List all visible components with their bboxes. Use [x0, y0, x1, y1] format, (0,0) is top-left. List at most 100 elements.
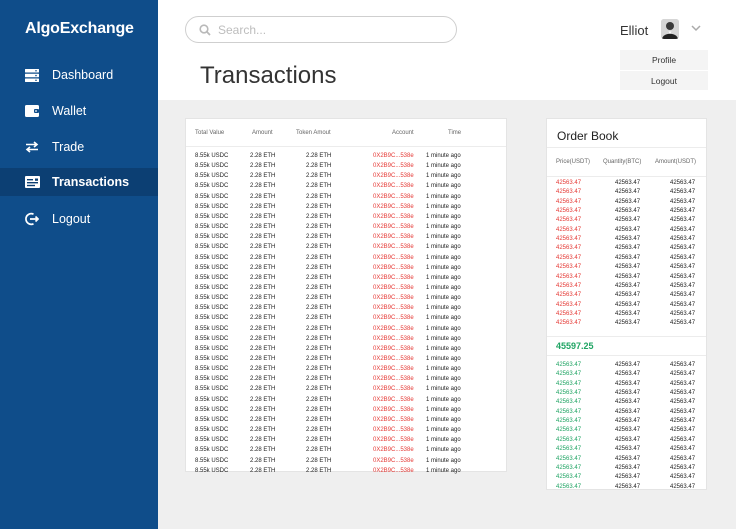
table-row[interactable]: 8.55k USDC 2.28 ETH 2.28 ETH 0X2B9C...538e 1…	[186, 204, 506, 214]
table-row[interactable]: 8.55k USDC 2.28 ETH 2.28 ETH 0X2B9C...538e 1…	[186, 397, 506, 407]
cell-account[interactable]: 0X2B9C...538e	[373, 244, 414, 250]
buy-order-row[interactable]: 42563.47 42563.47 42563.47	[547, 474, 706, 483]
table-row[interactable]: 8.55k USDC 2.28 ETH 2.28 ETH 0X2B9C...538e 1…	[186, 194, 506, 204]
sell-order-row[interactable]: 42563.47 42563.47 42563.47	[547, 227, 706, 236]
avatar[interactable]	[661, 19, 679, 39]
buy-order-row[interactable]: 42563.47 42563.47 42563.47	[547, 437, 706, 446]
table-row[interactable]: 8.55k USDC 2.28 ETH 2.28 ETH 0X2B9C...538e 1…	[186, 173, 506, 183]
table-row[interactable]: 8.55k USDC 2.28 ETH 2.28 ETH 0X2B9C...538e 1…	[186, 285, 506, 295]
table-row[interactable]: 8.55k USDC 2.28 ETH 2.28 ETH 0X2B9C...538e 1…	[186, 295, 506, 305]
buy-order-row[interactable]: 42563.47 42563.47 42563.47	[547, 409, 706, 418]
table-row[interactable]: 8.55k USDC 2.28 ETH 2.28 ETH 0X2B9C...538e 1…	[186, 315, 506, 325]
cell-account[interactable]: 0X2B9C...538e	[373, 458, 414, 464]
buy-order-row[interactable]: 42563.47 42563.47 42563.47	[547, 418, 706, 427]
cell-account[interactable]: 0X2B9C...538e	[373, 447, 414, 453]
cell-account[interactable]: 0X2B9C...538e	[373, 153, 414, 159]
cell-account[interactable]: 0X2B9C...538e	[373, 366, 414, 372]
sell-order-row[interactable]: 42563.47 42563.47 42563.47	[547, 302, 706, 311]
cell-account[interactable]: 0X2B9C...538e	[373, 255, 414, 261]
sidebar-item-transactions[interactable]: Transactions	[0, 168, 158, 196]
sell-order-row[interactable]: 42563.47 42563.47 42563.47	[547, 311, 706, 320]
cell-account[interactable]: 0X2B9C...538e	[373, 407, 414, 413]
cell-account[interactable]: 0X2B9C...538e	[373, 356, 414, 362]
cell-account[interactable]: 0X2B9C...538e	[373, 295, 414, 301]
cell-account[interactable]: 0X2B9C...538e	[373, 346, 414, 352]
sell-order-row[interactable]: 42563.47 42563.47 42563.47	[547, 283, 706, 292]
sell-order-row[interactable]: 42563.47 42563.47 42563.47	[547, 208, 706, 217]
column-header-token-amount[interactable]: Token Amout	[296, 130, 331, 136]
column-header-account[interactable]: Account	[392, 130, 414, 136]
sell-order-row[interactable]: 42563.47 42563.47 42563.47	[547, 199, 706, 208]
cell-account[interactable]: 0X2B9C...538e	[373, 437, 414, 443]
table-row[interactable]: 8.55k USDC 2.28 ETH 2.28 ETH 0X2B9C...538e 1…	[186, 437, 506, 447]
sell-order-row[interactable]: 42563.47 42563.47 42563.47	[547, 264, 706, 273]
table-row[interactable]: 8.55k USDC 2.28 ETH 2.28 ETH 0X2B9C...538e 1…	[186, 356, 506, 366]
table-row[interactable]: 8.55k USDC 2.28 ETH 2.28 ETH 0X2B9C...538e 1…	[186, 346, 506, 356]
sell-order-row[interactable]: 42563.47 42563.47 42563.47	[547, 180, 706, 189]
brand-logo[interactable]: AlgoExchange	[25, 20, 134, 38]
cell-account[interactable]: 0X2B9C...538e	[373, 214, 414, 220]
sell-order-row[interactable]: 42563.47 42563.47 42563.47	[547, 217, 706, 226]
table-row[interactable]: 8.55k USDC 2.28 ETH 2.28 ETH 0X2B9C...538e 1…	[186, 376, 506, 386]
user-name[interactable]: Elliot	[620, 23, 648, 38]
table-row[interactable]: 8.55k USDC 2.28 ETH 2.28 ETH 0X2B9C...538e 1…	[186, 275, 506, 285]
column-header-quantity[interactable]: Quantity(BTC)	[603, 159, 641, 165]
buy-order-row[interactable]: 42563.47 42563.47 42563.47	[547, 399, 706, 408]
table-row[interactable]: 8.55k USDC 2.28 ETH 2.28 ETH 0X2B9C...538e 1…	[186, 244, 506, 254]
cell-account[interactable]: 0X2B9C...538e	[373, 265, 414, 271]
sidebar-item-trade[interactable]: Trade	[0, 133, 158, 161]
table-row[interactable]: 8.55k USDC 2.28 ETH 2.28 ETH 0X2B9C...538e 1…	[186, 153, 506, 163]
buy-order-row[interactable]: 42563.47 42563.47 42563.47	[547, 484, 706, 493]
column-header-price[interactable]: Price(USDT)	[556, 159, 590, 165]
table-row[interactable]: 8.55k USDC 2.28 ETH 2.28 ETH 0X2B9C...538e 1…	[186, 427, 506, 437]
table-row[interactable]: 8.55k USDC 2.28 ETH 2.28 ETH 0X2B9C...538e 1…	[186, 305, 506, 315]
buy-order-row[interactable]: 42563.47 42563.47 42563.47	[547, 362, 706, 371]
cell-account[interactable]: 0X2B9C...538e	[373, 386, 414, 392]
sell-order-row[interactable]: 42563.47 42563.47 42563.47	[547, 236, 706, 245]
sell-order-row[interactable]: 42563.47 42563.47 42563.47	[547, 320, 706, 329]
cell-account[interactable]: 0X2B9C...538e	[373, 326, 414, 332]
cell-account[interactable]: 0X2B9C...538e	[373, 204, 414, 210]
buy-order-row[interactable]: 42563.47 42563.47 42563.47	[547, 390, 706, 399]
sidebar-item-wallet[interactable]: Wallet	[0, 97, 158, 125]
cell-account[interactable]: 0X2B9C...538e	[373, 305, 414, 311]
cell-account[interactable]: 0X2B9C...538e	[373, 397, 414, 403]
table-row[interactable]: 8.55k USDC 2.28 ETH 2.28 ETH 0X2B9C...538e 1…	[186, 224, 506, 234]
table-row[interactable]: 8.55k USDC 2.28 ETH 2.28 ETH 0X2B9C...538e 1…	[186, 417, 506, 427]
buy-order-row[interactable]: 42563.47 42563.47 42563.47	[547, 456, 706, 465]
table-row[interactable]: 8.55k USDC 2.28 ETH 2.28 ETH 0X2B9C...538e 1…	[186, 468, 506, 478]
table-row[interactable]: 8.55k USDC 2.28 ETH 2.28 ETH 0X2B9C...538e 1…	[186, 163, 506, 173]
cell-account[interactable]: 0X2B9C...538e	[373, 315, 414, 321]
table-row[interactable]: 8.55k USDC 2.28 ETH 2.28 ETH 0X2B9C...538e 1…	[186, 234, 506, 244]
table-row[interactable]: 8.55k USDC 2.28 ETH 2.28 ETH 0X2B9C...538e 1…	[186, 326, 506, 336]
cell-account[interactable]: 0X2B9C...538e	[373, 417, 414, 423]
menu-item-profile[interactable]: Profile	[620, 50, 708, 70]
buy-order-row[interactable]: 42563.47 42563.47 42563.47	[547, 381, 706, 390]
buy-order-row[interactable]: 42563.47 42563.47 42563.47	[547, 427, 706, 436]
cell-account[interactable]: 0X2B9C...538e	[373, 285, 414, 291]
table-row[interactable]: 8.55k USDC 2.28 ETH 2.28 ETH 0X2B9C...538e 1…	[186, 183, 506, 193]
chevron-down-icon[interactable]	[691, 25, 701, 32]
table-row[interactable]: 8.55k USDC 2.28 ETH 2.28 ETH 0X2B9C...538e 1…	[186, 447, 506, 457]
cell-account[interactable]: 0X2B9C...538e	[373, 234, 414, 240]
sell-order-row[interactable]: 42563.47 42563.47 42563.47	[547, 292, 706, 301]
table-row[interactable]: 8.55k USDC 2.28 ETH 2.28 ETH 0X2B9C...538e 1…	[186, 214, 506, 224]
cell-account[interactable]: 0X2B9C...538e	[373, 194, 414, 200]
column-header-amount[interactable]: Amount(USDT)	[655, 159, 696, 165]
cell-account[interactable]: 0X2B9C...538e	[373, 468, 414, 474]
cell-account[interactable]: 0X2B9C...538e	[373, 224, 414, 230]
sell-order-row[interactable]: 42563.47 42563.47 42563.47	[547, 274, 706, 283]
sidebar-item-logout[interactable]: Logout	[0, 205, 158, 233]
table-row[interactable]: 8.55k USDC 2.28 ETH 2.28 ETH 0X2B9C...538e 1…	[186, 336, 506, 346]
search-input[interactable]	[218, 22, 428, 37]
cell-account[interactable]: 0X2B9C...538e	[373, 173, 414, 179]
table-row[interactable]: 8.55k USDC 2.28 ETH 2.28 ETH 0X2B9C...538e 1…	[186, 458, 506, 468]
cell-account[interactable]: 0X2B9C...538e	[373, 163, 414, 169]
cell-account[interactable]: 0X2B9C...538e	[373, 183, 414, 189]
table-row[interactable]: 8.55k USDC 2.28 ETH 2.28 ETH 0X2B9C...538e 1…	[186, 366, 506, 376]
buy-order-row[interactable]: 42563.47 42563.47 42563.47	[547, 446, 706, 455]
table-row[interactable]: 8.55k USDC 2.28 ETH 2.28 ETH 0X2B9C...538e 1…	[186, 386, 506, 396]
sell-order-row[interactable]: 42563.47 42563.47 42563.47	[547, 189, 706, 198]
cell-account[interactable]: 0X2B9C...538e	[373, 275, 414, 281]
cell-account[interactable]: 0X2B9C...538e	[373, 376, 414, 382]
